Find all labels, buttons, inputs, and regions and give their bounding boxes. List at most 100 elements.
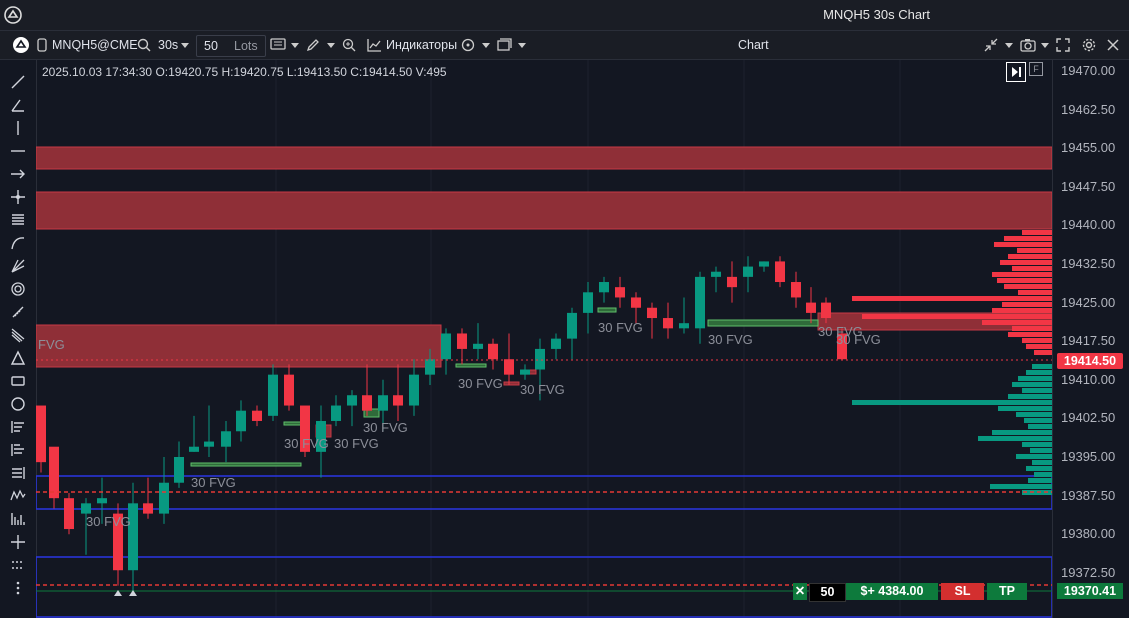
candle-body (143, 503, 153, 514)
fib-spiral-icon[interactable] (10, 281, 26, 297)
stop-loss-button[interactable]: SL (941, 583, 984, 600)
volume-profile-bar (1022, 230, 1052, 235)
gear-icon[interactable] (1082, 38, 1096, 52)
volume-profile-bar (1012, 266, 1052, 271)
fib-channel-icon[interactable] (10, 465, 26, 481)
candle-body (791, 282, 801, 298)
close-icon[interactable] (1107, 39, 1119, 51)
candle-body (409, 374, 419, 406)
trend-line-icon[interactable] (10, 74, 26, 90)
vertical-line-icon[interactable] (10, 120, 26, 136)
candle-body (711, 271, 721, 277)
candle-body (49, 446, 59, 499)
candle-body (378, 395, 388, 411)
curve-icon[interactable] (10, 235, 26, 251)
volume-profile-bar (852, 400, 1052, 405)
more-tools-icon[interactable] (10, 580, 26, 596)
chevron-down-icon[interactable] (482, 43, 490, 48)
range-icon[interactable] (10, 557, 26, 573)
quantity-value[interactable]: 50 (204, 36, 218, 56)
candle-body (268, 374, 278, 416)
volume-profile-bar (1030, 448, 1052, 453)
candle-body (821, 302, 831, 319)
order-panel-icon[interactable] (270, 38, 286, 52)
price-axis[interactable]: 19470.00 19462.50 19455.00 19447.50 19440.00… (1052, 60, 1129, 618)
price-tick-label: 19470.00 (1061, 63, 1116, 78)
candle-body (362, 395, 372, 411)
volume-profile-bar (1008, 332, 1052, 337)
indicators-button[interactable]: Индикаторы (386, 31, 457, 59)
scroll-to-latest-button[interactable] (1006, 62, 1026, 82)
volume-profile-bar (1022, 442, 1052, 447)
pencil-icon[interactable] (306, 38, 320, 52)
position-pnl: $+ 4384.00 (846, 583, 938, 600)
candle-body (425, 359, 435, 375)
candle-body (583, 292, 593, 313)
symbol-label[interactable]: MNQH5@CME (52, 31, 138, 59)
ruler-icon[interactable] (10, 304, 26, 320)
volume-profile-bar (1000, 260, 1052, 265)
candle-body (743, 266, 753, 277)
volume-profile-bar (982, 320, 1052, 325)
price-tick-label: 19387.50 (1061, 487, 1116, 503)
chevron-down-icon[interactable] (291, 43, 299, 48)
volume-profile-bar (997, 278, 1052, 283)
platform-logo-icon[interactable] (12, 36, 30, 54)
pitchfork-icon[interactable] (10, 258, 26, 274)
candle-body (727, 276, 737, 288)
price-tick-label: 19410.00 (1061, 371, 1116, 387)
volume-profile-bar (1008, 254, 1052, 259)
rectangle-icon[interactable] (10, 373, 26, 389)
chevron-down-icon[interactable] (518, 43, 526, 48)
volume-profile-bar (1004, 284, 1052, 289)
price-chart[interactable]: 30 FVG30 FVG30 FVG30 FVG30 FVG30 FVG 30 F… (36, 60, 1052, 618)
layout-icon[interactable] (497, 38, 512, 52)
search-icon[interactable] (137, 38, 151, 52)
parallel-channel-icon[interactable] (10, 212, 26, 228)
horizontal-line-icon[interactable] (10, 143, 26, 159)
elliott-wave-icon[interactable] (10, 488, 26, 504)
candle-body (631, 297, 641, 308)
fvg-zone-label: FVG (38, 337, 65, 352)
fullscreen-icon[interactable] (1056, 38, 1070, 52)
chevron-down-icon[interactable] (327, 43, 335, 48)
skip-forward-icon (1007, 63, 1025, 81)
volume-profile-bar (992, 430, 1052, 435)
angle-line-icon[interactable] (10, 97, 26, 113)
volume-profile-bar (862, 314, 1052, 319)
price-tick-label: 19462.50 (1061, 101, 1116, 117)
fvg-zone (36, 324, 442, 368)
camera-icon[interactable] (1020, 38, 1036, 52)
circle-icon[interactable] (10, 396, 26, 412)
candle-body (81, 503, 91, 514)
take-profit-button[interactable]: TP (987, 583, 1027, 600)
fvg-box (190, 462, 302, 467)
gann-fan-icon[interactable] (10, 327, 26, 343)
volume-profile-bar (1018, 376, 1052, 381)
zoom-in-icon[interactable] (342, 38, 356, 52)
price-tick-label: 19402.50 (1061, 410, 1116, 426)
close-position-button[interactable]: ✕ (793, 583, 807, 600)
cycle-lines-icon[interactable] (10, 511, 26, 527)
volume-profile-bar (1028, 424, 1052, 429)
fib-extension-icon[interactable] (10, 442, 26, 458)
quantity-field[interactable]: 50 Lots (196, 35, 266, 57)
candle-body (174, 457, 184, 483)
format-badge[interactable]: F (1029, 62, 1043, 76)
chevron-down-icon[interactable] (1041, 43, 1049, 48)
candle-body (775, 261, 785, 283)
arrow-icon[interactable] (10, 166, 26, 182)
indicators-icon[interactable] (367, 38, 382, 52)
triangle-icon[interactable] (10, 350, 26, 366)
chevron-down-icon[interactable] (1005, 43, 1013, 48)
templates-icon[interactable] (461, 38, 475, 52)
timeframe-select[interactable]: 30s (158, 31, 178, 59)
fib-retracement-icon[interactable] (10, 419, 26, 435)
projection-icon[interactable] (10, 534, 26, 550)
minimize-icon[interactable] (984, 38, 998, 52)
chevron-down-icon[interactable] (181, 43, 189, 48)
volume-profile-bar (1032, 364, 1052, 369)
price-tick-label: 19425.00 (1061, 294, 1116, 310)
crosshair-icon[interactable] (10, 189, 26, 205)
volume-profile-bar (1016, 454, 1052, 459)
